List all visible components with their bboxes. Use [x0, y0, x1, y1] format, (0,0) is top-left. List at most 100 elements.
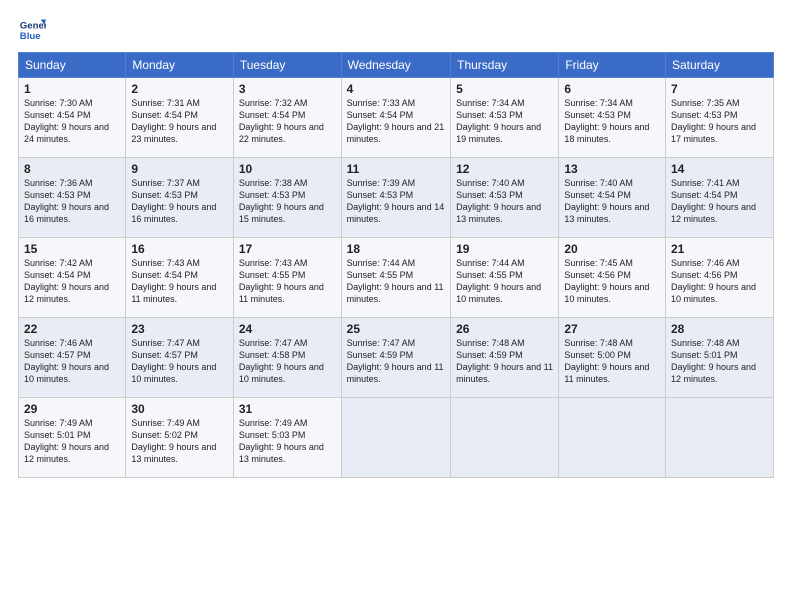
day-info: Sunrise: 7:32 AMSunset: 4:54 PMDaylight:…	[239, 98, 324, 144]
calendar-cell: 17 Sunrise: 7:43 AMSunset: 4:55 PMDaylig…	[233, 238, 341, 318]
day-number: 22	[24, 322, 120, 336]
day-number: 26	[456, 322, 553, 336]
day-number: 7	[671, 82, 768, 96]
calendar-cell: 4 Sunrise: 7:33 AMSunset: 4:54 PMDayligh…	[341, 78, 450, 158]
weekday-header-row: SundayMondayTuesdayWednesdayThursdayFrid…	[19, 53, 774, 78]
day-info: Sunrise: 7:40 AMSunset: 4:53 PMDaylight:…	[456, 178, 541, 224]
day-number: 28	[671, 322, 768, 336]
calendar-cell: 31 Sunrise: 7:49 AMSunset: 5:03 PMDaylig…	[233, 398, 341, 478]
day-info: Sunrise: 7:47 AMSunset: 4:58 PMDaylight:…	[239, 338, 324, 384]
day-info: Sunrise: 7:34 AMSunset: 4:53 PMDaylight:…	[564, 98, 649, 144]
day-info: Sunrise: 7:39 AMSunset: 4:53 PMDaylight:…	[347, 178, 445, 224]
calendar-cell: 12 Sunrise: 7:40 AMSunset: 4:53 PMDaylig…	[451, 158, 559, 238]
day-info: Sunrise: 7:46 AMSunset: 4:56 PMDaylight:…	[671, 258, 756, 304]
day-info: Sunrise: 7:48 AMSunset: 5:01 PMDaylight:…	[671, 338, 756, 384]
day-info: Sunrise: 7:44 AMSunset: 4:55 PMDaylight:…	[456, 258, 541, 304]
day-info: Sunrise: 7:46 AMSunset: 4:57 PMDaylight:…	[24, 338, 109, 384]
calendar-cell: 2 Sunrise: 7:31 AMSunset: 4:54 PMDayligh…	[126, 78, 234, 158]
calendar-cell: 22 Sunrise: 7:46 AMSunset: 4:57 PMDaylig…	[19, 318, 126, 398]
calendar-cell: 10 Sunrise: 7:38 AMSunset: 4:53 PMDaylig…	[233, 158, 341, 238]
weekday-header-sunday: Sunday	[19, 53, 126, 78]
day-number: 15	[24, 242, 120, 256]
day-number: 25	[347, 322, 445, 336]
calendar-cell: 20 Sunrise: 7:45 AMSunset: 4:56 PMDaylig…	[559, 238, 666, 318]
week-row-5: 29 Sunrise: 7:49 AMSunset: 5:01 PMDaylig…	[19, 398, 774, 478]
calendar-cell: 5 Sunrise: 7:34 AMSunset: 4:53 PMDayligh…	[451, 78, 559, 158]
weekday-header-wednesday: Wednesday	[341, 53, 450, 78]
calendar-cell: 23 Sunrise: 7:47 AMSunset: 4:57 PMDaylig…	[126, 318, 234, 398]
day-number: 27	[564, 322, 660, 336]
day-number: 29	[24, 402, 120, 416]
calendar-cell: 25 Sunrise: 7:47 AMSunset: 4:59 PMDaylig…	[341, 318, 450, 398]
calendar-cell: 29 Sunrise: 7:49 AMSunset: 5:01 PMDaylig…	[19, 398, 126, 478]
day-number: 6	[564, 82, 660, 96]
calendar-cell: 15 Sunrise: 7:42 AMSunset: 4:54 PMDaylig…	[19, 238, 126, 318]
calendar-cell: 19 Sunrise: 7:44 AMSunset: 4:55 PMDaylig…	[451, 238, 559, 318]
day-number: 1	[24, 82, 120, 96]
calendar-cell: 30 Sunrise: 7:49 AMSunset: 5:02 PMDaylig…	[126, 398, 234, 478]
day-number: 24	[239, 322, 336, 336]
day-info: Sunrise: 7:44 AMSunset: 4:55 PMDaylight:…	[347, 258, 444, 304]
calendar-cell: 7 Sunrise: 7:35 AMSunset: 4:53 PMDayligh…	[665, 78, 773, 158]
day-number: 11	[347, 162, 445, 176]
day-info: Sunrise: 7:38 AMSunset: 4:53 PMDaylight:…	[239, 178, 324, 224]
day-info: Sunrise: 7:34 AMSunset: 4:53 PMDaylight:…	[456, 98, 541, 144]
day-number: 4	[347, 82, 445, 96]
calendar-cell: 16 Sunrise: 7:43 AMSunset: 4:54 PMDaylig…	[126, 238, 234, 318]
day-number: 13	[564, 162, 660, 176]
day-number: 2	[131, 82, 228, 96]
calendar-cell	[665, 398, 773, 478]
calendar-cell	[559, 398, 666, 478]
calendar-cell: 21 Sunrise: 7:46 AMSunset: 4:56 PMDaylig…	[665, 238, 773, 318]
weekday-header-friday: Friday	[559, 53, 666, 78]
calendar-cell: 27 Sunrise: 7:48 AMSunset: 5:00 PMDaylig…	[559, 318, 666, 398]
day-info: Sunrise: 7:43 AMSunset: 4:55 PMDaylight:…	[239, 258, 324, 304]
calendar-cell: 9 Sunrise: 7:37 AMSunset: 4:53 PMDayligh…	[126, 158, 234, 238]
day-number: 31	[239, 402, 336, 416]
day-number: 16	[131, 242, 228, 256]
calendar-cell: 8 Sunrise: 7:36 AMSunset: 4:53 PMDayligh…	[19, 158, 126, 238]
day-number: 10	[239, 162, 336, 176]
day-info: Sunrise: 7:30 AMSunset: 4:54 PMDaylight:…	[24, 98, 109, 144]
day-number: 17	[239, 242, 336, 256]
day-number: 5	[456, 82, 553, 96]
day-number: 21	[671, 242, 768, 256]
day-number: 9	[131, 162, 228, 176]
calendar-table: SundayMondayTuesdayWednesdayThursdayFrid…	[18, 52, 774, 478]
week-row-2: 8 Sunrise: 7:36 AMSunset: 4:53 PMDayligh…	[19, 158, 774, 238]
weekday-header-saturday: Saturday	[665, 53, 773, 78]
day-info: Sunrise: 7:41 AMSunset: 4:54 PMDaylight:…	[671, 178, 756, 224]
week-row-3: 15 Sunrise: 7:42 AMSunset: 4:54 PMDaylig…	[19, 238, 774, 318]
day-info: Sunrise: 7:49 AMSunset: 5:03 PMDaylight:…	[239, 418, 324, 464]
day-number: 18	[347, 242, 445, 256]
day-info: Sunrise: 7:47 AMSunset: 4:57 PMDaylight:…	[131, 338, 216, 384]
calendar-body: 1 Sunrise: 7:30 AMSunset: 4:54 PMDayligh…	[19, 78, 774, 478]
calendar-cell: 18 Sunrise: 7:44 AMSunset: 4:55 PMDaylig…	[341, 238, 450, 318]
calendar-cell: 11 Sunrise: 7:39 AMSunset: 4:53 PMDaylig…	[341, 158, 450, 238]
day-info: Sunrise: 7:40 AMSunset: 4:54 PMDaylight:…	[564, 178, 649, 224]
weekday-header-monday: Monday	[126, 53, 234, 78]
calendar-cell: 26 Sunrise: 7:48 AMSunset: 4:59 PMDaylig…	[451, 318, 559, 398]
day-number: 23	[131, 322, 228, 336]
day-number: 30	[131, 402, 228, 416]
day-info: Sunrise: 7:49 AMSunset: 5:02 PMDaylight:…	[131, 418, 216, 464]
day-info: Sunrise: 7:35 AMSunset: 4:53 PMDaylight:…	[671, 98, 756, 144]
day-info: Sunrise: 7:31 AMSunset: 4:54 PMDaylight:…	[131, 98, 216, 144]
day-info: Sunrise: 7:48 AMSunset: 5:00 PMDaylight:…	[564, 338, 649, 384]
header: General Blue	[18, 16, 774, 44]
day-info: Sunrise: 7:45 AMSunset: 4:56 PMDaylight:…	[564, 258, 649, 304]
day-number: 8	[24, 162, 120, 176]
calendar-cell	[451, 398, 559, 478]
week-row-4: 22 Sunrise: 7:46 AMSunset: 4:57 PMDaylig…	[19, 318, 774, 398]
calendar-cell: 13 Sunrise: 7:40 AMSunset: 4:54 PMDaylig…	[559, 158, 666, 238]
calendar-cell: 1 Sunrise: 7:30 AMSunset: 4:54 PMDayligh…	[19, 78, 126, 158]
calendar-cell	[341, 398, 450, 478]
day-number: 19	[456, 242, 553, 256]
day-number: 12	[456, 162, 553, 176]
day-number: 3	[239, 82, 336, 96]
day-info: Sunrise: 7:47 AMSunset: 4:59 PMDaylight:…	[347, 338, 444, 384]
calendar-cell: 3 Sunrise: 7:32 AMSunset: 4:54 PMDayligh…	[233, 78, 341, 158]
day-number: 14	[671, 162, 768, 176]
logo-icon: General Blue	[18, 16, 46, 44]
week-row-1: 1 Sunrise: 7:30 AMSunset: 4:54 PMDayligh…	[19, 78, 774, 158]
